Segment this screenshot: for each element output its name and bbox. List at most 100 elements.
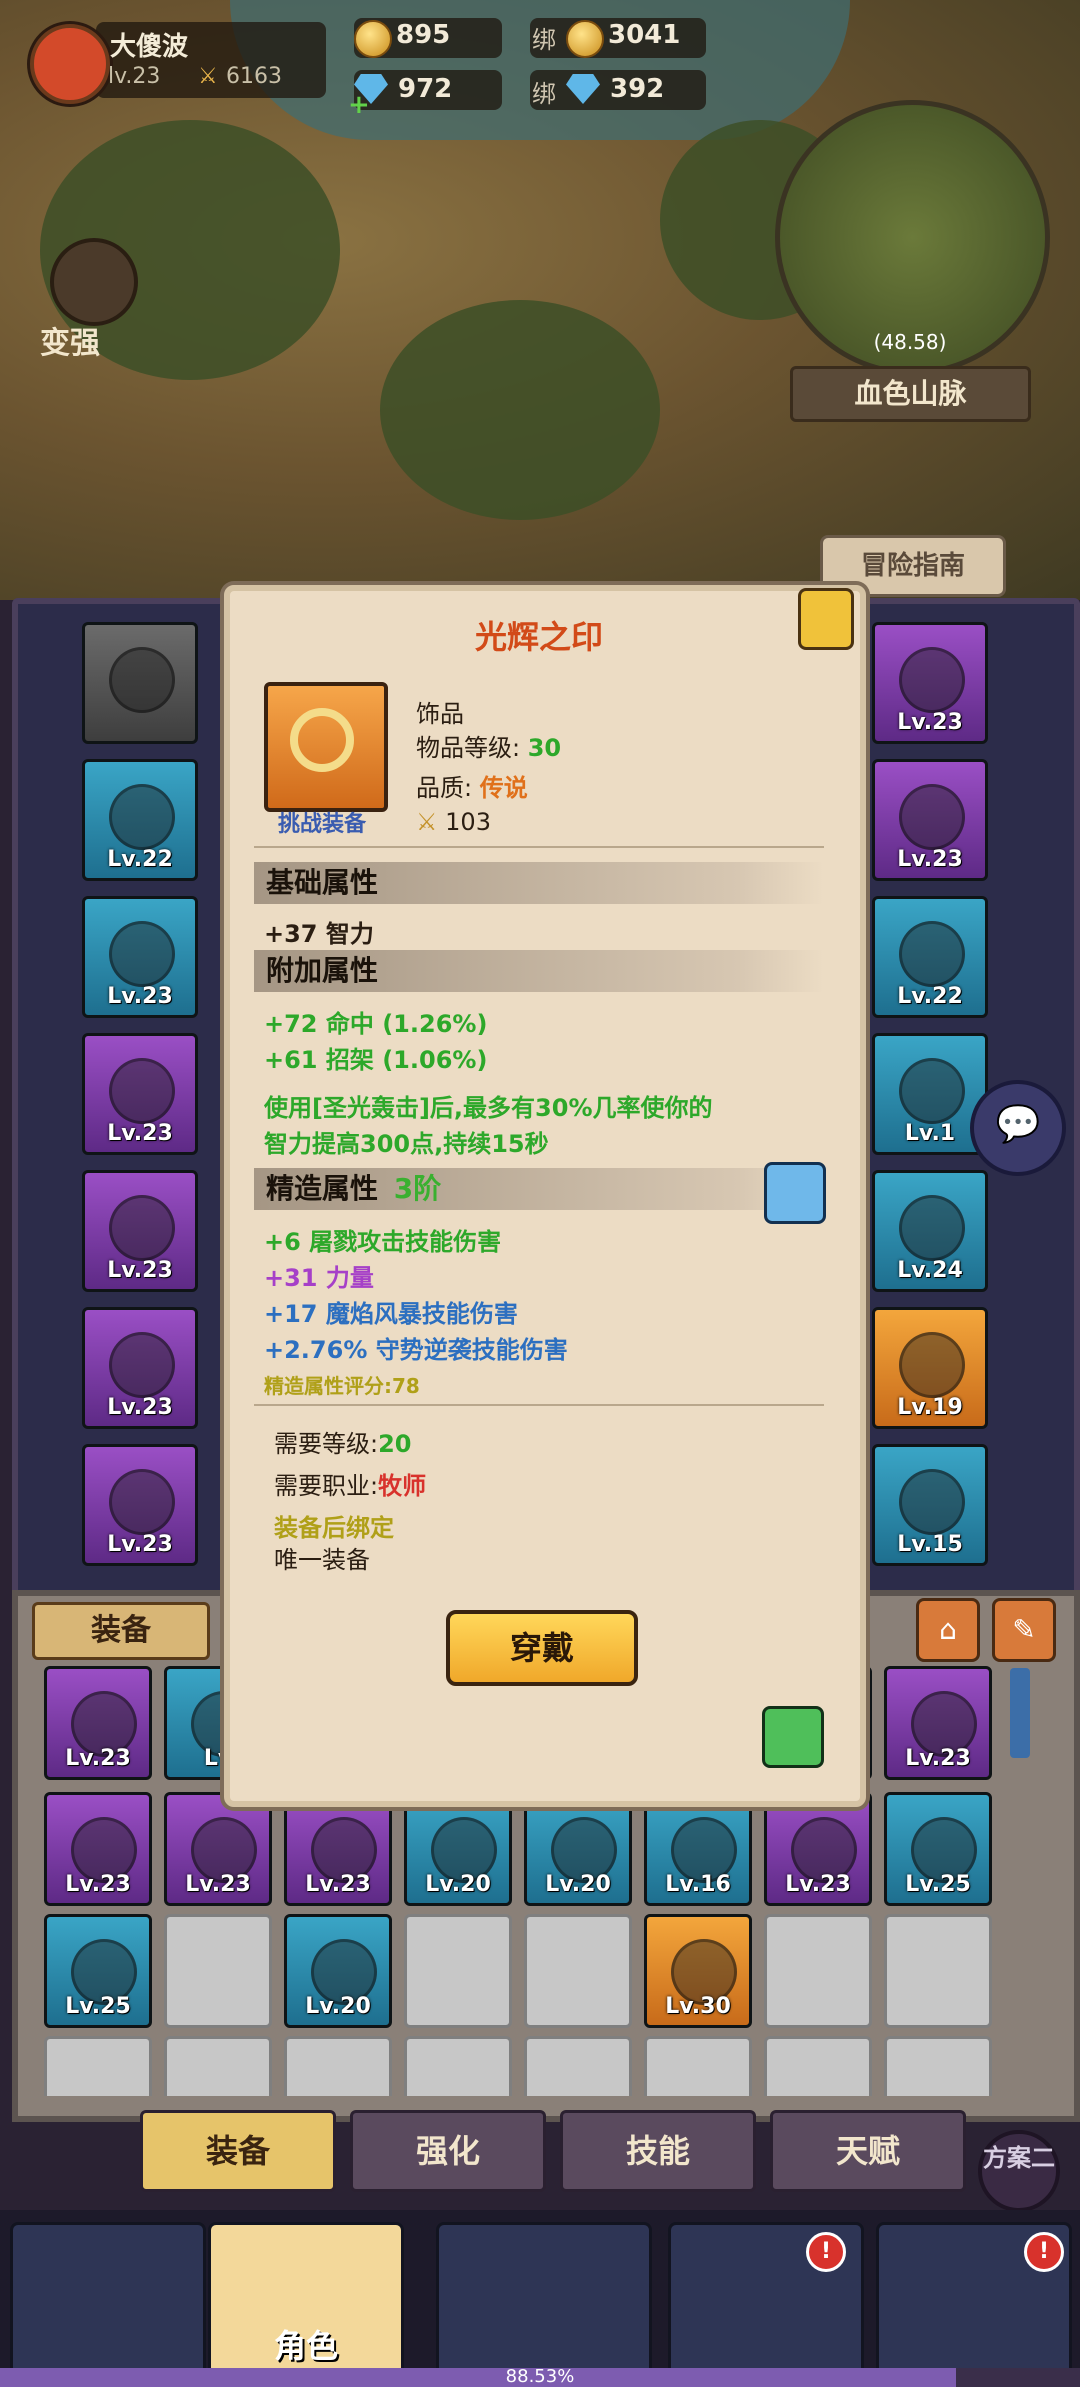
equipment-slot[interactable]: Lv.23 (82, 1170, 198, 1292)
player-power: 6163 (226, 64, 282, 89)
slot-level: Lv.1 (904, 1121, 956, 1146)
nav-item-home[interactable] (436, 2222, 652, 2378)
refine-stat: +6 屠戮攻击技能伤害 (264, 1228, 502, 1256)
bound-gold-coin-icon (566, 20, 604, 58)
equipment-slot[interactable]: Lv.23 (44, 1666, 152, 1780)
refine-stat: +31 力量 (264, 1264, 374, 1292)
slot-level: Lv.23 (897, 710, 963, 735)
slot-level: Lv.20 (305, 1994, 371, 2019)
item-power-row: ⚔ 103 (416, 808, 491, 836)
item-level-value: 30 (527, 734, 562, 762)
right-equipment-slots: Lv.23 Lv.23 Lv.22 Lv.1 Lv.24 Lv.19 Lv.15 (872, 622, 994, 1566)
equipment-slot[interactable]: Lv.20 (404, 1792, 512, 1906)
player-level: lv.23 (108, 64, 161, 89)
tab-equipment[interactable]: 装备 (140, 2110, 336, 2192)
extra-stat: +72 命中 (1.26%) (264, 1010, 488, 1038)
refine-score: 精造属性评分:78 (264, 1374, 420, 1398)
tab-talents[interactable]: 天赋 (770, 2110, 966, 2192)
equipment-slot[interactable]: Lv.25 (884, 1792, 992, 1906)
quality-value: 传说 (479, 774, 528, 802)
equipment-slot[interactable]: Lv.23 (764, 1792, 872, 1906)
equipment-slot[interactable]: Lv.20 (524, 1792, 632, 1906)
player-avatar[interactable] (30, 24, 110, 104)
tab-enhance[interactable]: 强化 (350, 2110, 546, 2192)
equipment-slot[interactable] (764, 1914, 872, 2028)
equipment-slot[interactable]: Lv.23 (164, 1792, 272, 1906)
required-level-row: 需要等级:20 (274, 1424, 412, 1459)
extra-effect-desc: 使用[圣光轰击]后,最多有30%几率使你的 (264, 1094, 713, 1122)
slot-level: Lv.15 (897, 1532, 963, 1557)
equipment-slot[interactable]: Lv.23 (284, 1792, 392, 1906)
bag-row: Lv.23 Lv.23 Lv.23 Lv.20 Lv.20 Lv.16 Lv.23 Lv.25 (44, 1792, 1004, 1916)
nav-item-character[interactable]: 角色 (208, 2222, 404, 2378)
equipment-slot[interactable] (404, 1914, 512, 2028)
slot-level: Lv.23 (107, 984, 173, 1009)
item-icon (899, 1195, 965, 1261)
equipment-slot[interactable] (884, 1914, 992, 2028)
equipment-slot[interactable] (524, 2036, 632, 2096)
map-forest (380, 300, 660, 520)
tab-skills[interactable]: 技能 (560, 2110, 756, 2192)
equipment-slot[interactable]: Lv.24 (872, 1170, 988, 1292)
equipment-slot[interactable]: Lv.19 (872, 1307, 988, 1429)
storage-house-button[interactable]: ⌂ (916, 1598, 980, 1662)
equipment-slot[interactable]: Lv.30 (644, 1914, 752, 2028)
slot-level: Lv.23 (107, 1532, 173, 1557)
item-icon (109, 1058, 175, 1124)
equipment-slot[interactable]: Lv.16 (644, 1792, 752, 1906)
equipment-slot[interactable] (44, 2036, 152, 2096)
broom-sort-button[interactable]: ✎ (992, 1598, 1056, 1662)
recycle-icon[interactable] (762, 1706, 824, 1768)
bound-gold-value: 3041 (608, 20, 681, 50)
equipment-slot[interactable]: Lv.25 (44, 1914, 152, 2028)
bound-gold-label: 绑 (532, 26, 556, 54)
equipment-slot[interactable] (82, 622, 198, 744)
equipment-slot[interactable] (764, 2036, 872, 2096)
equipment-slot[interactable] (884, 2036, 992, 2096)
bag-tab-equipment[interactable]: 装备 (32, 1602, 210, 1660)
slot-level: Lv.23 (905, 1746, 971, 1771)
hammer-refine-icon[interactable] (764, 1162, 826, 1224)
equipment-slot[interactable]: Lv.15 (872, 1444, 988, 1566)
plan-switch-button[interactable]: 方案二 (978, 2130, 1060, 2212)
equipment-slot[interactable]: Lv.23 (82, 896, 198, 1018)
equipment-slot[interactable] (524, 1914, 632, 2028)
equipment-slot[interactable]: Lv.22 (872, 896, 988, 1018)
bag-scrollbar[interactable] (1010, 1668, 1030, 1758)
equipment-slot[interactable]: Lv.23 (82, 1033, 198, 1155)
nav-item-rune[interactable] (10, 2222, 206, 2378)
equipment-slot[interactable]: Lv.23 (872, 759, 988, 881)
add-gem-icon[interactable]: + (348, 90, 370, 120)
equipment-slot[interactable]: Lv.22 (82, 759, 198, 881)
equipment-slot[interactable]: Lv.23 (44, 1792, 152, 1906)
equipment-slot[interactable] (644, 2036, 752, 2096)
strengthen-label[interactable]: 变强 (40, 318, 100, 362)
equipment-slot[interactable]: Lv.23 (82, 1307, 198, 1429)
slot-level: Lv.20 (545, 1872, 611, 1897)
equipment-slot[interactable]: Lv.23 (884, 1666, 992, 1780)
equipment-slot[interactable]: Lv.23 (872, 622, 988, 744)
bag-row: Lv.25 Lv.20 Lv.30 (44, 1914, 1004, 2038)
equipment-slot[interactable] (404, 2036, 512, 2096)
refine-attributes-header: 精造属性 3阶 (254, 1168, 824, 1210)
equip-button[interactable]: 穿戴 (446, 1610, 638, 1686)
castle-alert-icon: ! (1024, 2232, 1064, 2272)
gold-value: 895 (396, 20, 451, 50)
bound-gem-value: 392 (610, 74, 665, 104)
slot-level: Lv.23 (65, 1746, 131, 1771)
equipment-slot[interactable]: Lv.23 (82, 1444, 198, 1566)
equipment-slot[interactable] (284, 2036, 392, 2096)
equipment-slot[interactable]: Lv.20 (284, 1914, 392, 2028)
item-icon (899, 921, 965, 987)
strengthen-icon[interactable] (50, 238, 138, 326)
extra-effect-desc: 智力提高300点,持续15秒 (264, 1130, 549, 1158)
equipment-slot[interactable] (164, 1914, 272, 2028)
refine-stat: +2.76% 守势逆袭技能伤害 (264, 1336, 568, 1364)
slot-level: Lv.16 (665, 1872, 731, 1897)
equipment-slot[interactable] (164, 2036, 272, 2096)
item-icon (899, 784, 965, 850)
bound-gem-label: 绑 (532, 80, 556, 108)
chat-bubble-button[interactable]: 💬 (970, 1080, 1066, 1176)
item-icon (109, 784, 175, 850)
slot-level: Lv.22 (107, 847, 173, 872)
